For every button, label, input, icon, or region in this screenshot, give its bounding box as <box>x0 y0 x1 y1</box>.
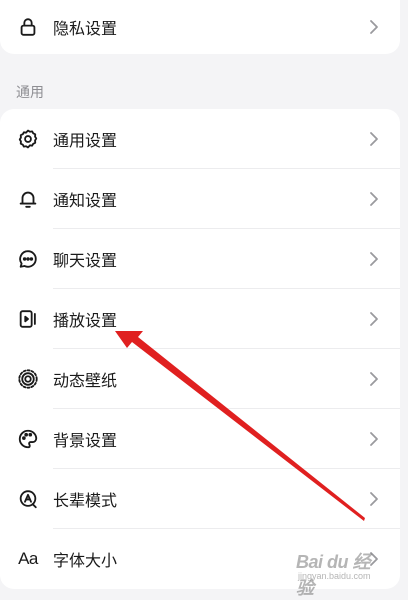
settings-row-label: 动态壁纸 <box>53 371 118 390</box>
lock-icon <box>16 15 40 39</box>
chevron-right-icon <box>368 371 380 387</box>
chevron-right-icon <box>368 19 380 35</box>
play-device-icon <box>16 307 40 331</box>
settings-row-general[interactable]: 通用设置 <box>0 109 400 169</box>
watermark-sub: jingyan.baidu.com <box>298 571 371 581</box>
bell-icon <box>16 187 40 211</box>
chevron-right-icon <box>368 131 380 147</box>
dynamic-wallpaper-icon <box>16 367 40 391</box>
chevron-right-icon <box>368 191 380 207</box>
chevron-right-icon <box>368 251 380 267</box>
settings-row-playback[interactable]: 播放设置 <box>0 289 400 349</box>
settings-row-label: 字体大小 <box>53 551 118 570</box>
general-settings-card: 通用设置 通知设置 聊天设置 播放设置 动态壁纸 背景设置 长辈模式 Aa 字体… <box>0 109 400 589</box>
font-size-icon: Aa <box>16 547 40 571</box>
settings-row-label: 通用设置 <box>53 131 118 150</box>
settings-row-label: 长辈模式 <box>53 491 118 510</box>
palette-icon <box>16 427 40 451</box>
settings-row-wallpaper[interactable]: 动态壁纸 <box>0 349 400 409</box>
settings-row-label: 隐私设置 <box>53 19 118 38</box>
right-edge-strip <box>400 0 408 597</box>
watermark: Bai du 经验 jingyan.baidu.com <box>296 548 382 598</box>
settings-row-background[interactable]: 背景设置 <box>0 409 400 469</box>
settings-row-elder-mode[interactable]: 长辈模式 <box>0 469 400 529</box>
settings-row-notification[interactable]: 通知设置 <box>0 169 400 229</box>
settings-row-label: 背景设置 <box>53 431 118 450</box>
font-size-icon-text: Aa <box>18 549 38 568</box>
settings-row-label: 播放设置 <box>53 311 118 330</box>
section-title: 通用 <box>16 85 44 101</box>
settings-row-label: 通知设置 <box>53 191 118 210</box>
settings-row-label: 聊天设置 <box>53 251 118 270</box>
chevron-right-icon <box>368 491 380 507</box>
settings-row-privacy[interactable]: 隐私设置 <box>0 0 400 54</box>
gear-icon <box>16 127 40 151</box>
elder-mode-icon <box>16 487 40 511</box>
privacy-card: 隐私设置 <box>0 0 400 54</box>
chevron-right-icon <box>368 431 380 447</box>
chat-bubble-icon <box>16 247 40 271</box>
chevron-right-icon <box>368 311 380 327</box>
settings-row-chat[interactable]: 聊天设置 <box>0 229 400 289</box>
